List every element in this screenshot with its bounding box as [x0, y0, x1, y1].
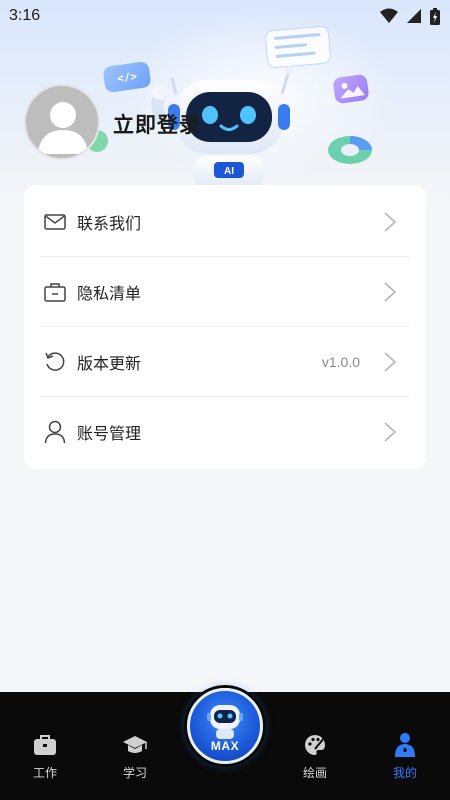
nav-item-drawing[interactable]: 绘画: [280, 692, 350, 800]
login-button[interactable]: 立即登录: [113, 109, 201, 139]
chevron-right-icon: [384, 352, 397, 372]
chevron-right-icon: [384, 422, 397, 442]
menu-item-account-management[interactable]: 账号管理: [24, 397, 426, 467]
refresh-icon: [43, 350, 67, 374]
person-icon: [392, 732, 418, 758]
mail-icon: [43, 210, 67, 234]
palette-icon: [302, 732, 328, 758]
nav-label: 工作: [32, 766, 57, 780]
battery-icon: [430, 7, 440, 25]
menu-item-label: 联系我们: [77, 214, 142, 233]
max-label: MAX: [210, 739, 240, 753]
menu-item-label: 版本更新: [77, 354, 142, 373]
chevron-right-icon: [384, 212, 397, 232]
menu-item-label: 隐私清单: [77, 284, 142, 303]
briefcase-icon: [32, 732, 58, 758]
menu-item-privacy-list[interactable]: 隐私清单: [24, 257, 426, 327]
bottom-navigation-bar: 工作 学习 MAX 绘画 我的: [0, 688, 450, 800]
version-value: v1.0.0: [321, 354, 360, 370]
graduation-cap-icon: [122, 732, 148, 758]
pie-chart-decoration: [328, 136, 372, 164]
svg-text:AI: AI: [224, 166, 234, 177]
menu-item-version-update[interactable]: 版本更新 v1.0.0: [24, 327, 426, 397]
briefcase-icon: [43, 280, 67, 304]
status-bar: 3:16: [0, 0, 450, 32]
avatar[interactable]: [24, 84, 100, 160]
wifi-icon: [380, 8, 398, 23]
max-ai-button[interactable]: MAX: [187, 688, 263, 764]
status-time: 3:16: [9, 7, 41, 24]
chevron-right-icon: [384, 282, 397, 302]
nav-label: 学习: [122, 766, 147, 780]
menu-item-label: 账号管理: [77, 424, 142, 443]
settings-menu-card: 联系我们 隐私清单 版本更新 v1.0.0 账号管理: [24, 185, 426, 469]
nav-item-mine[interactable]: 我的: [370, 692, 440, 800]
image-card-decoration: [332, 73, 370, 105]
menu-item-contact-us[interactable]: 联系我们: [24, 187, 426, 257]
nav-item-work[interactable]: 工作: [10, 692, 80, 800]
nav-label: 绘画: [302, 766, 327, 780]
nav-label: 我的: [392, 766, 417, 780]
nav-item-study[interactable]: 学习: [100, 692, 170, 800]
signal-icon: [407, 9, 421, 23]
user-icon: [43, 420, 67, 444]
